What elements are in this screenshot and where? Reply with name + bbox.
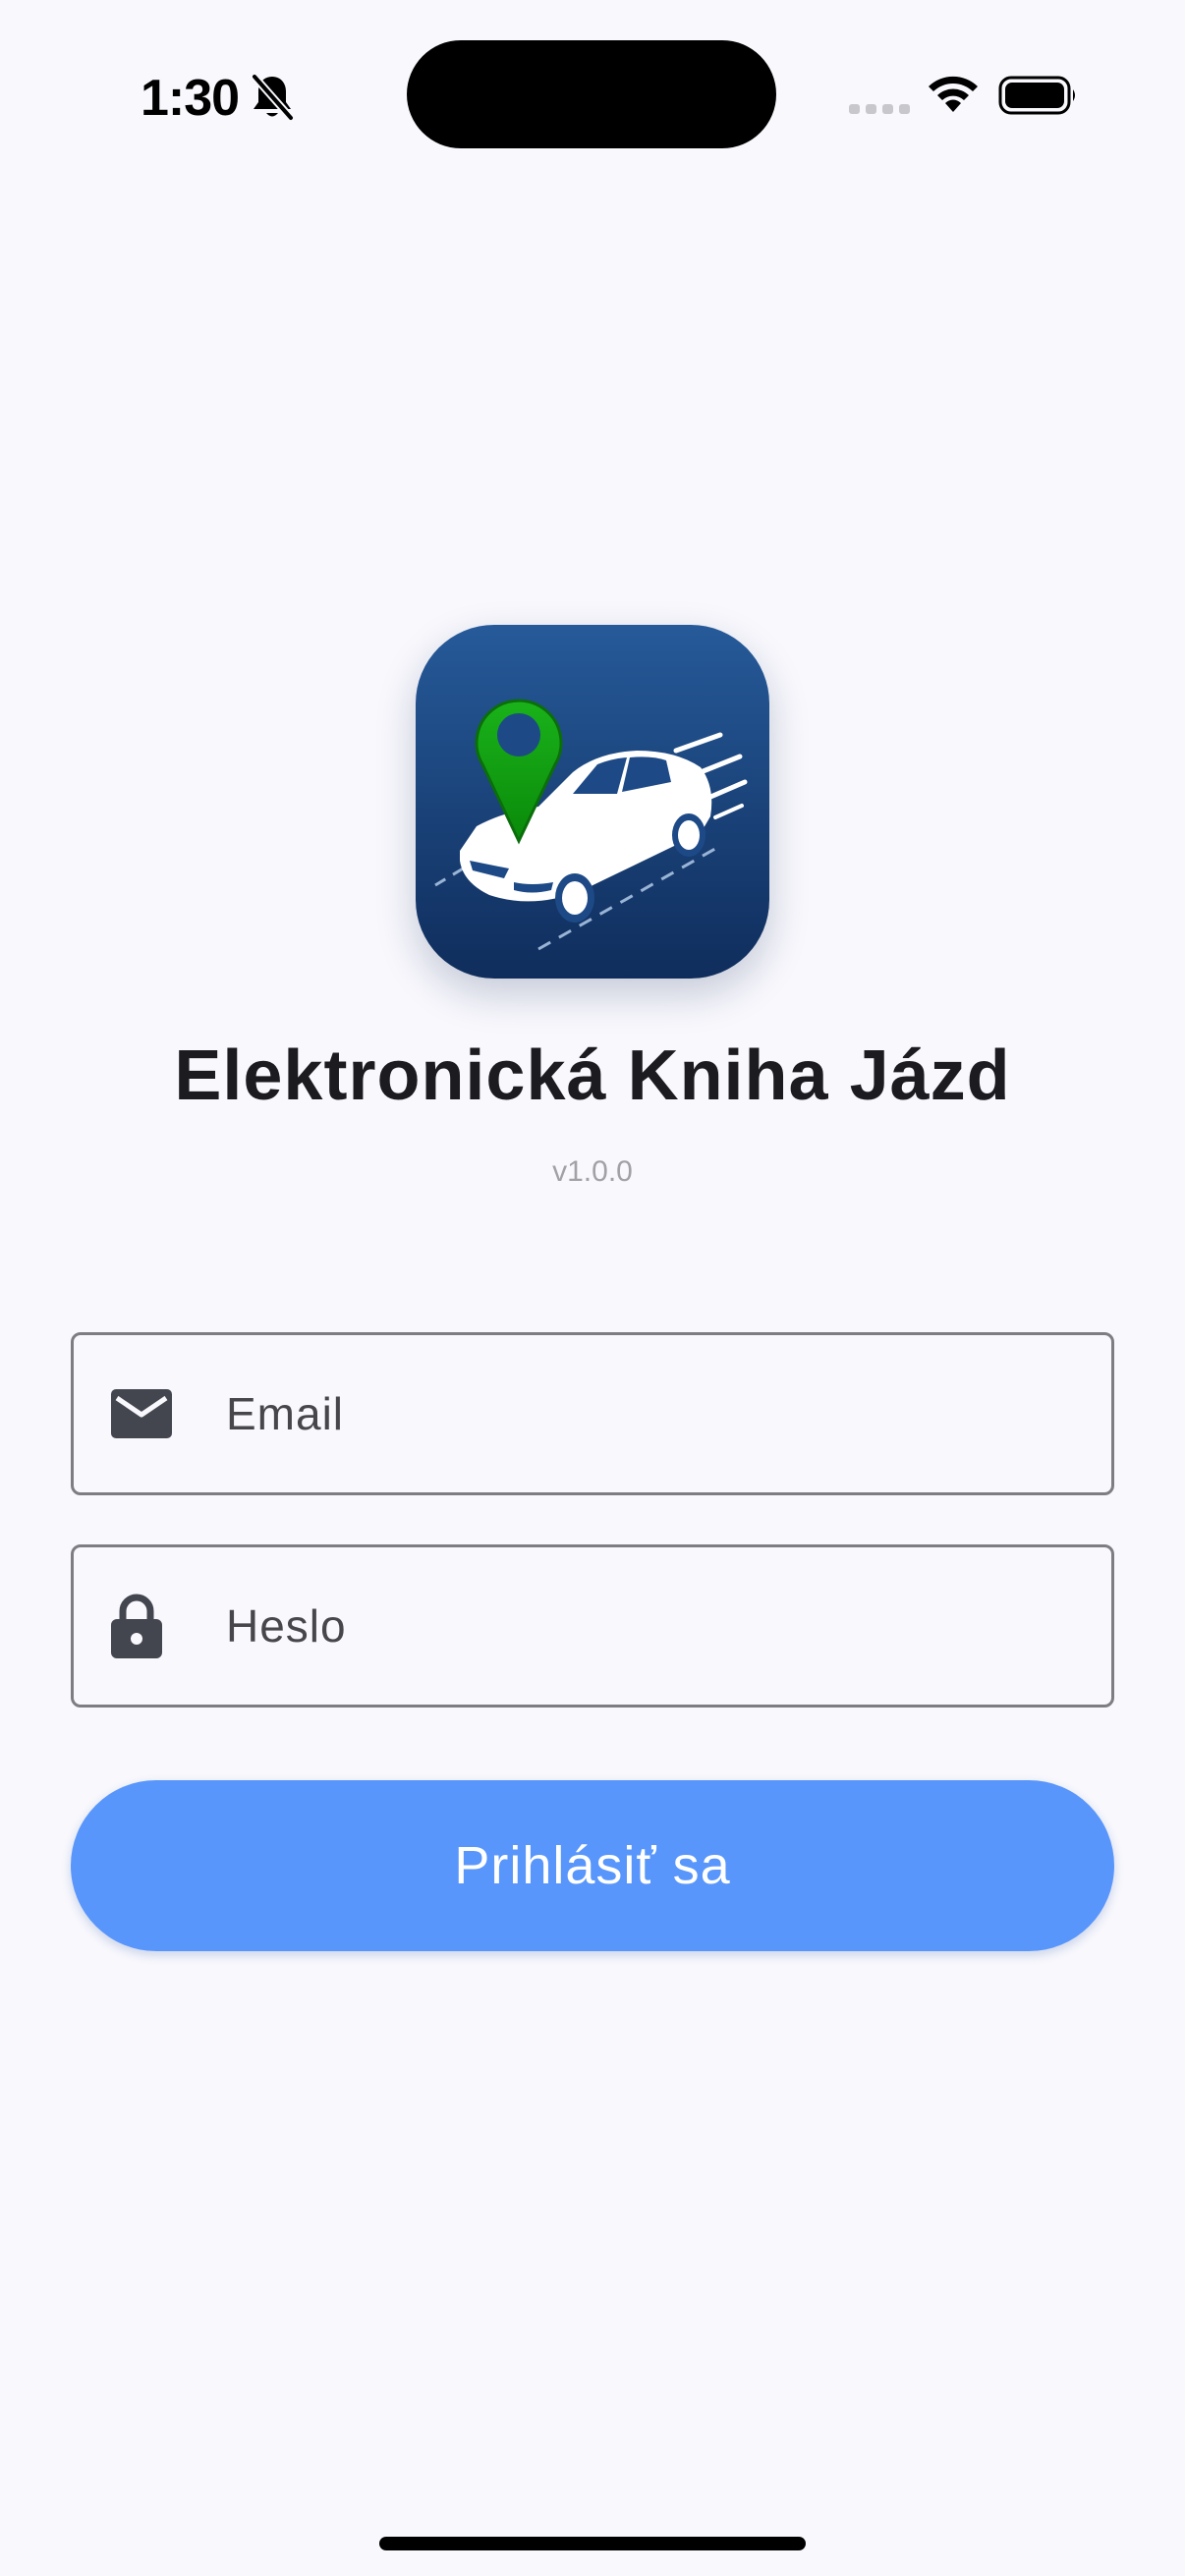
dynamic-island bbox=[407, 40, 776, 148]
password-field[interactable] bbox=[71, 1544, 1114, 1708]
status-time: 1:30 bbox=[141, 70, 240, 127]
app-title: Elektronická Kniha Jázd bbox=[174, 1036, 1011, 1115]
app-version: v1.0.0 bbox=[552, 1155, 633, 1188]
wifi-icon bbox=[929, 76, 978, 112]
password-input[interactable] bbox=[226, 1547, 1091, 1705]
email-field[interactable] bbox=[71, 1332, 1114, 1495]
login-screen: 1:30 Elektronická Kniha Jázd v1.0.0 Emai… bbox=[0, 0, 1185, 2576]
email-input[interactable] bbox=[226, 1335, 1091, 1492]
home-indicator[interactable] bbox=[379, 2537, 806, 2550]
login-button[interactable]: Prihlásiť sa bbox=[71, 1780, 1114, 1951]
lock-icon bbox=[111, 1594, 162, 1658]
bell-slash-icon bbox=[251, 74, 295, 121]
battery-icon bbox=[998, 76, 1075, 115]
mail-icon bbox=[111, 1389, 172, 1438]
app-logo bbox=[416, 625, 769, 979]
cellular-signal-icon bbox=[849, 104, 910, 114]
